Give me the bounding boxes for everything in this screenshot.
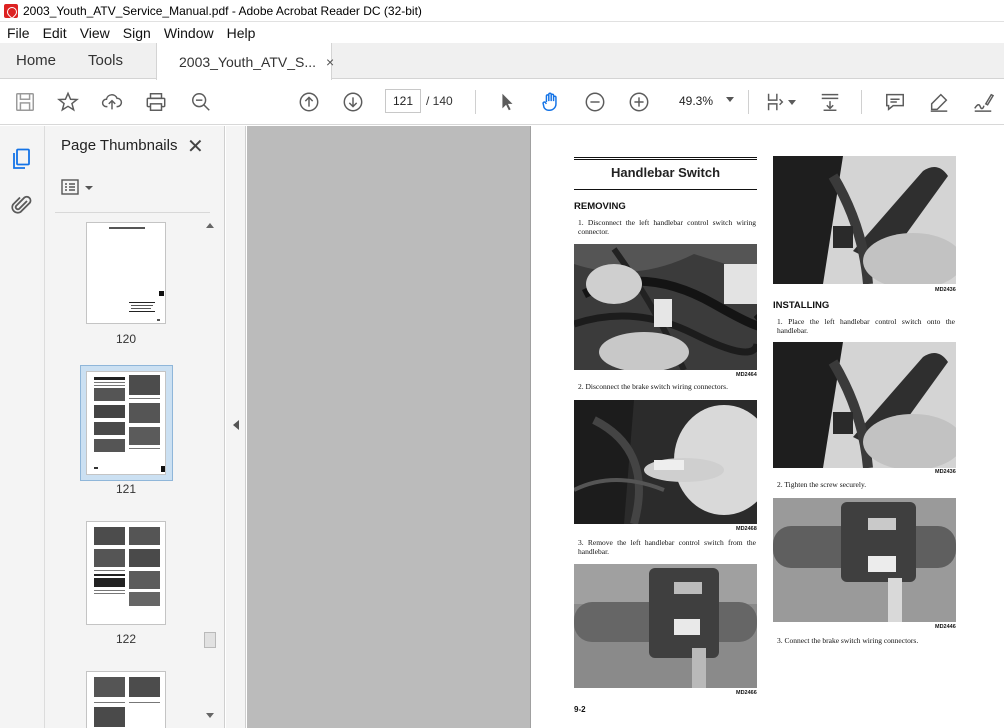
- toolbar-separator: [861, 90, 862, 114]
- thumbnail-label: 120: [115, 332, 137, 346]
- menu-file[interactable]: File: [0, 25, 36, 41]
- photo-control-switch-removal: [574, 564, 757, 688]
- chevron-down-icon[interactable]: [787, 90, 797, 114]
- tab-bar: Home Tools 2003_Youth_ATV_S... ×: [0, 43, 1004, 80]
- scroll-mode-icon[interactable]: [818, 90, 842, 114]
- zoom-search-icon[interactable]: [189, 90, 213, 114]
- plus-circle-icon[interactable]: [627, 90, 651, 114]
- photo-place-switch: [773, 342, 956, 468]
- arrow-up-circle-icon[interactable]: [297, 90, 321, 114]
- page-fit-icon[interactable]: [763, 90, 787, 114]
- tab-home[interactable]: Home: [0, 43, 72, 78]
- photo-code: MD2436: [935, 287, 956, 293]
- page-total: / 140: [426, 94, 453, 108]
- photo-code: MD2446: [935, 624, 956, 630]
- toolbar-separator: [475, 90, 476, 114]
- removing-step-2: 2. Disconnect the brake switch wiring co…: [578, 382, 728, 391]
- highlight-icon[interactable]: [927, 90, 951, 114]
- page-number-input[interactable]: 121: [385, 89, 421, 113]
- tab-document[interactable]: 2003_Youth_ATV_S... ×: [156, 43, 334, 80]
- panel-title: Page Thumbnails: [61, 137, 178, 154]
- acrobat-icon: [4, 3, 18, 18]
- photo-code: MD2464: [736, 372, 757, 378]
- pdf-page: Handlebar Switch REMOVING 1. Disconnect …: [530, 126, 1004, 728]
- installing-step-1: 1. Place the left handlebar control swit…: [777, 317, 955, 335]
- window-title: 2003_Youth_ATV_Service_Manual.pdf - Adob…: [23, 3, 422, 18]
- installing-step-3: 3. Connect the brake switch wiring conne…: [777, 636, 919, 645]
- photo-wiring-connector: [574, 244, 757, 370]
- page-number: 9-2: [574, 705, 586, 714]
- removing-step-3: 3. Remove the left handlebar control swi…: [578, 538, 756, 556]
- upload-icon[interactable]: [100, 90, 124, 114]
- tab-home-label: Home: [16, 52, 57, 69]
- removing-step-1: 1. Disconnect the left handlebar control…: [578, 218, 756, 236]
- arrow-down-circle-icon[interactable]: [341, 90, 365, 114]
- thumbnail-label: 122: [115, 632, 137, 646]
- print-icon[interactable]: [144, 90, 168, 114]
- thumbnail-page-120[interactable]: [86, 222, 166, 324]
- title-bar: 2003_Youth_ATV_Service_Manual.pdf - Adob…: [0, 0, 1004, 22]
- thumbnail-page-121[interactable]: [86, 371, 166, 475]
- zoom-dropdown-icon[interactable]: [726, 97, 734, 102]
- pointer-icon[interactable]: [495, 90, 519, 114]
- installing-step-2: 2. Tighten the screw securely.: [777, 480, 867, 489]
- sign-icon[interactable]: [971, 90, 995, 114]
- left-rail: [0, 126, 45, 728]
- page-thumbnails-panel: Page Thumbnails ✕ 120 121 122: [45, 126, 225, 728]
- scroll-down-arrow[interactable]: [206, 713, 214, 718]
- photo-brake-switch-connectors: [574, 400, 757, 524]
- photo-code: MD2436: [935, 469, 956, 475]
- removing-heading: REMOVING: [574, 201, 626, 212]
- menu-window[interactable]: Window: [157, 25, 220, 41]
- menu-sign[interactable]: Sign: [116, 25, 157, 41]
- menu-help[interactable]: Help: [220, 25, 262, 41]
- toolbar-separator: [748, 90, 749, 114]
- hand-icon[interactable]: [539, 90, 563, 114]
- photo-handlebar-switch-top: [773, 156, 956, 284]
- comment-icon[interactable]: [883, 90, 907, 114]
- menu-edit[interactable]: Edit: [36, 25, 73, 41]
- panel-collapse-handle[interactable]: [226, 126, 246, 728]
- tab-tools-label: Tools: [88, 52, 124, 69]
- thumbnail-page-123[interactable]: [86, 671, 166, 728]
- scrollbar-thumb[interactable]: [204, 632, 216, 648]
- section-title: Handlebar Switch: [574, 157, 757, 190]
- attachment-icon[interactable]: [10, 193, 34, 217]
- scroll-up-arrow[interactable]: [206, 223, 214, 228]
- installing-heading: INSTALLING: [773, 300, 830, 311]
- thumbnail-label: 121: [115, 482, 137, 496]
- minus-circle-icon[interactable]: [583, 90, 607, 114]
- menu-view[interactable]: View: [73, 25, 116, 41]
- menu-bar: File Edit View Sign Window Help: [0, 22, 1004, 43]
- star-icon[interactable]: [56, 90, 80, 114]
- photo-code: MD2468: [736, 526, 757, 532]
- thumbnail-page-122[interactable]: [86, 521, 166, 625]
- tab-document-label: 2003_Youth_ATV_S...: [179, 53, 316, 70]
- thumbnail-scrollbar[interactable]: [203, 222, 217, 722]
- toolbar: [0, 80, 1004, 125]
- page-thumbnails-icon[interactable]: [10, 147, 34, 171]
- document-viewport[interactable]: Handlebar Switch REMOVING 1. Disconnect …: [247, 126, 1004, 728]
- panel-close-button[interactable]: ✕: [187, 134, 204, 159]
- tab-tools[interactable]: Tools: [72, 43, 156, 78]
- collapse-arrow-icon[interactable]: [233, 420, 239, 430]
- photo-tighten-screw: [773, 498, 956, 622]
- photo-code: MD2466: [736, 690, 757, 696]
- thumbnail-options-button[interactable]: [61, 178, 95, 198]
- panel-divider: [55, 212, 210, 213]
- save-icon[interactable]: [13, 90, 37, 114]
- tab-close-button[interactable]: ×: [326, 54, 334, 70]
